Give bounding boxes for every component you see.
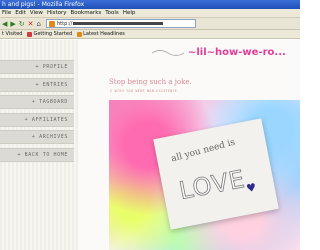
menu-tools[interactable]: Tools <box>105 9 119 17</box>
nav-back-to-home[interactable]: + BACK TO HOME <box>0 147 74 162</box>
menu-bookmarks[interactable]: Bookmarks <box>71 9 102 17</box>
window-title: h and pigs! - Mozilla Firefox <box>2 1 85 8</box>
firefox-icon <box>27 31 33 37</box>
love-photo: all you need is LOVE ♥ <box>109 100 300 250</box>
site-nav: + PROFILE + ENTRIES + TAGBOARD + AFFILIA… <box>0 60 74 165</box>
url-prefix: http:// <box>56 20 73 27</box>
bookmark-latest-headlines[interactable]: Latest Headlines <box>77 31 125 37</box>
bookmark-getting-started-label: Getting Started <box>33 31 73 37</box>
site-favicon-icon <box>48 20 55 27</box>
nav-affiliates[interactable]: + AFFILIATES <box>0 112 74 127</box>
address-bar[interactable]: http:// <box>45 19 196 28</box>
card-line-1: all you need is <box>170 137 237 165</box>
home-icon[interactable]: ⌂ <box>37 19 41 29</box>
rss-feed-icon <box>77 31 83 37</box>
page-subtitle: I WISH YOU WERE NON-EXISTENCE. <box>110 89 180 93</box>
bookmarks-toolbar: t Visited Getting Started Latest Headlin… <box>0 30 300 39</box>
bookmark-most-visited-label: t Visited <box>2 31 23 37</box>
nav-entries[interactable]: + ENTRIES <box>0 77 74 92</box>
menu-history[interactable]: History <box>47 9 67 17</box>
nav-tagboard[interactable]: + TAGBOARD <box>0 95 74 109</box>
navigation-toolbar: ◀ ▶ ↻ ✕ ⌂ http:// <box>0 18 300 30</box>
nav-archives[interactable]: + ARCHIVES <box>0 130 74 144</box>
menu-bar: File Edit View History Bookmarks Tools H… <box>0 9 300 18</box>
page-content: ~lil~how-we-ro... + PROFILE + ENTRIES + … <box>0 40 300 250</box>
forward-arrow-icon[interactable]: ▶ <box>10 19 15 29</box>
card-line-2: LOVE <box>176 164 248 206</box>
menu-view[interactable]: View <box>30 9 43 17</box>
menu-edit[interactable]: Edit <box>15 9 26 17</box>
back-arrow-icon[interactable]: ◀ <box>2 19 7 29</box>
redacted-url <box>73 22 164 25</box>
menu-file[interactable]: File <box>2 9 11 17</box>
bookmark-getting-started[interactable]: Getting Started <box>27 31 72 37</box>
window-title-bar: h and pigs! - Mozilla Firefox <box>0 0 300 9</box>
love-card: all you need is LOVE ♥ <box>153 118 279 230</box>
heart-icon: ♥ <box>245 180 258 196</box>
bookmark-most-visited[interactable]: t Visited <box>2 31 22 37</box>
header-scribble-graphic: ~lil~how-we-ro... <box>151 47 286 58</box>
menu-help[interactable]: Help <box>123 9 136 17</box>
site-header-graphic: ~lil~how-we-ro... <box>150 44 300 58</box>
reload-icon[interactable]: ↻ <box>19 19 25 29</box>
bookmark-latest-headlines-label: Latest Headlines <box>83 31 125 37</box>
page-title: Stop being such a joke. <box>109 78 192 86</box>
header-text: ~lil~how-we-ro... <box>188 47 286 58</box>
stop-icon[interactable]: ✕ <box>28 19 34 29</box>
nav-profile[interactable]: + PROFILE <box>0 60 74 74</box>
